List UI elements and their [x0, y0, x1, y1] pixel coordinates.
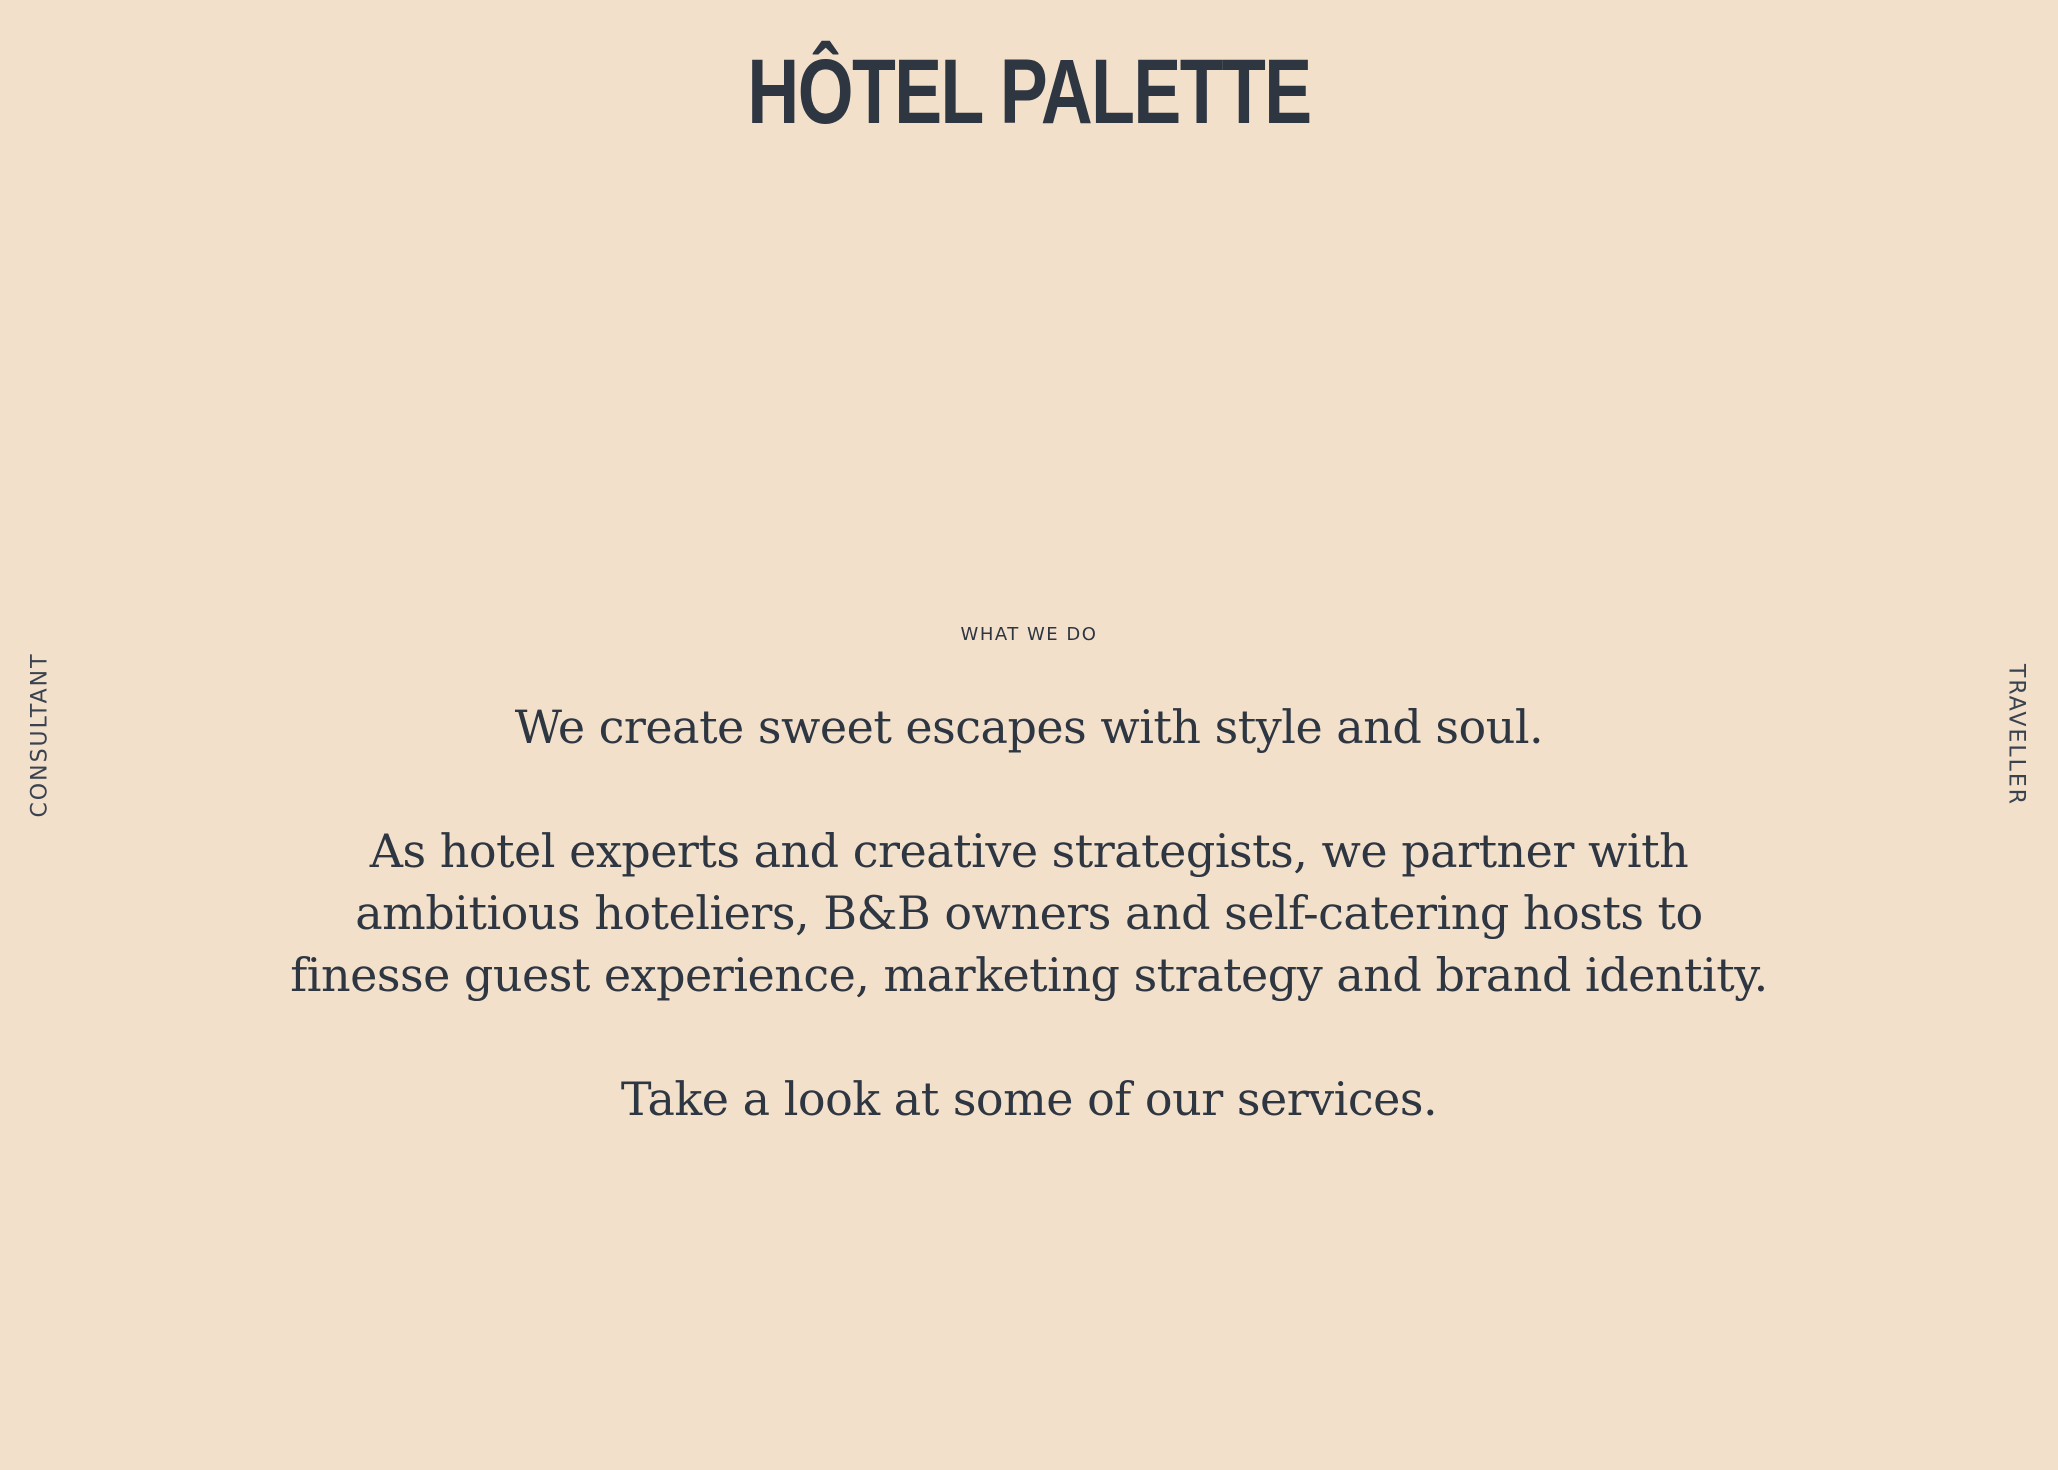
intro-services-link: Take a look at some of our services. [620, 1072, 1438, 1126]
intro-headline: We create sweet escapes with style and s… [514, 700, 1544, 754]
site-logo[interactable]: HÔTEL PALETTE [226, 38, 1831, 146]
intro-section: WHAT WE DO We create sweet escapes with … [0, 620, 2058, 1130]
section-eyebrow: WHAT WE DO [960, 624, 1098, 645]
intro-body: As hotel experts and creative strategist… [290, 824, 1768, 1002]
